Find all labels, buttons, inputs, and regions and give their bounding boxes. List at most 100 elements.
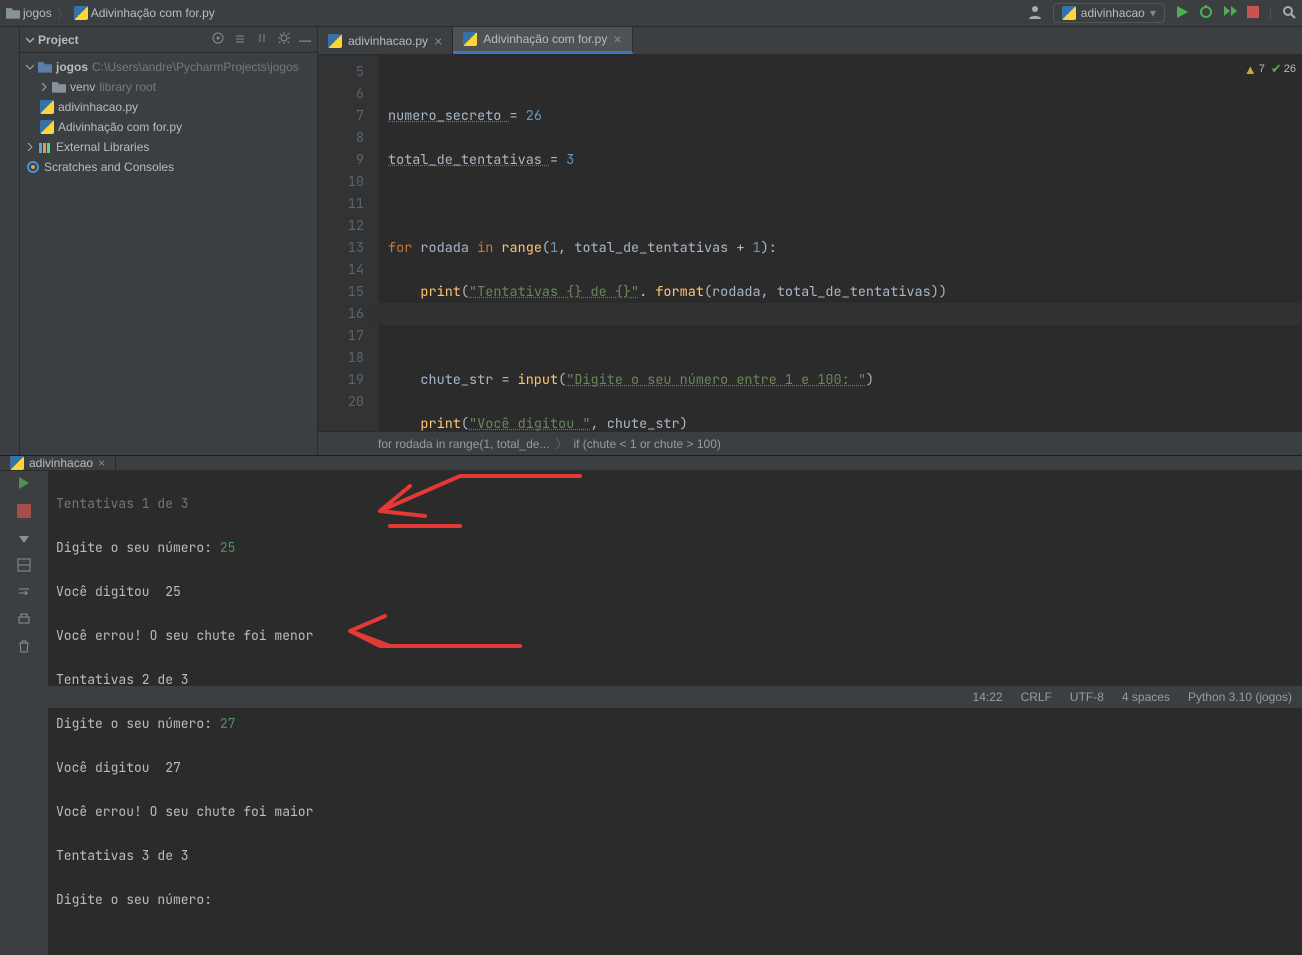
library-icon xyxy=(38,140,52,154)
left-tool-strip[interactable] xyxy=(0,27,20,455)
console-line: Tentativas 3 de 3 xyxy=(56,845,1302,867)
console-line: Digite o seu número: 25 xyxy=(56,537,1302,559)
chevron-right-icon xyxy=(26,143,34,151)
line-number: 7 xyxy=(318,105,364,127)
navbar: jogos 〉 Adivinhação com for.py adivinhac… xyxy=(0,0,1302,27)
line-number: 12 xyxy=(318,215,364,237)
project-pane: Project — jogos C:\Users\andre\PycharmPr… xyxy=(20,27,318,455)
print-button[interactable] xyxy=(17,612,31,629)
code-editor[interactable]: numero_secreto = 26 total_de_tentativas … xyxy=(378,55,1302,431)
close-icon[interactable]: × xyxy=(98,456,105,470)
more-run-button[interactable] xyxy=(1223,5,1237,22)
line-number: 17 xyxy=(318,325,364,347)
project-pane-title[interactable]: Project xyxy=(38,33,79,47)
tree-project-root[interactable]: jogos C:\Users\andre\PycharmProjects\jog… xyxy=(20,57,317,77)
line-number: 20 xyxy=(318,391,364,413)
gear-icon[interactable] xyxy=(277,31,291,48)
editor-area: adivinhacao.py × Adivinhação com for.py … xyxy=(318,27,1302,455)
tree-file-adivinhacao[interactable]: adivinhacao.py xyxy=(20,97,317,117)
stop-button[interactable] xyxy=(17,504,31,521)
console-line: Tentativas 2 de 3 xyxy=(56,669,1302,691)
tree-venv-suffix: library root xyxy=(99,80,156,94)
chevron-down-icon[interactable] xyxy=(26,36,34,44)
editor-body[interactable]: 5 6 7 8 9 10 11 12 13 14 15 16 17 18 19 … xyxy=(318,55,1302,431)
layout-button[interactable] xyxy=(17,558,31,575)
console-line: Digite o seu número: xyxy=(56,889,1302,911)
tree-root-name: jogos xyxy=(56,60,88,74)
rerun-button[interactable] xyxy=(16,475,32,494)
editor-breadcrumb[interactable]: for rodada in range(1, total_de... 〉 if … xyxy=(318,431,1302,455)
chevron-right-icon: 〉 xyxy=(57,5,69,22)
tree-external-libs[interactable]: External Libraries xyxy=(20,137,317,157)
editor-gutter[interactable]: 5 6 7 8 9 10 11 12 13 14 15 16 17 18 19 … xyxy=(318,55,378,431)
search-everywhere-button[interactable] xyxy=(1282,5,1296,22)
user-icon[interactable] xyxy=(1027,4,1043,23)
chevron-down-icon: ▾ xyxy=(1150,6,1156,20)
tree-item-label: External Libraries xyxy=(56,140,149,154)
main-content: Project — jogos C:\Users\andre\PycharmPr… xyxy=(0,27,1302,455)
run-tab-adivinhacao[interactable]: adivinhacao × xyxy=(0,456,116,470)
console-line: Você errou! O seu chute foi menor xyxy=(56,625,1302,647)
project-tree[interactable]: jogos C:\Users\andre\PycharmProjects\jog… xyxy=(20,53,317,181)
python-icon xyxy=(40,120,54,134)
python-icon xyxy=(328,34,342,48)
crumb-1[interactable]: for rodada in range(1, total_de... xyxy=(378,437,549,451)
console-line: Você digitou 27 xyxy=(56,757,1302,779)
tab-adivinhacao[interactable]: adivinhacao.py × xyxy=(318,27,453,54)
tree-venv-label: venv xyxy=(70,80,95,94)
console-output[interactable]: Tentativas 1 de 3 Digite o seu número: 2… xyxy=(48,471,1302,955)
folder-icon xyxy=(6,6,20,20)
trash-button[interactable] xyxy=(17,639,31,656)
close-icon[interactable]: × xyxy=(613,31,621,47)
console-line: Você errou! O seu chute foi maior xyxy=(56,801,1302,823)
editor-tabs: adivinhacao.py × Adivinhação com for.py … xyxy=(318,27,1302,55)
soft-wrap-button[interactable] xyxy=(17,585,31,602)
console-line: Tentativas 1 de 3 xyxy=(56,493,1302,515)
console-line: Você digitou 25 xyxy=(56,581,1302,603)
run-toolbar xyxy=(0,471,48,955)
python-icon xyxy=(74,6,88,20)
divider: | xyxy=(1269,6,1272,20)
python-icon xyxy=(40,100,54,114)
python-icon xyxy=(10,456,24,470)
stop-button[interactable] xyxy=(1247,6,1259,21)
line-number: 16 xyxy=(318,303,364,325)
tree-item-label: Scratches and Consoles xyxy=(44,160,174,174)
tab-label: adivinhacao.py xyxy=(348,34,428,48)
run-tool-window: adivinhacao × Tentativas 1 de 3 Digite o… xyxy=(0,455,1302,685)
run-config-select[interactable]: adivinhacao ▾ xyxy=(1053,3,1165,23)
tree-root-path: C:\Users\andre\PycharmProjects\jogos xyxy=(92,60,299,74)
debug-button[interactable] xyxy=(1199,5,1213,22)
tree-file-adivinhacao-for[interactable]: Adivinhação com for.py xyxy=(20,117,317,137)
down-button[interactable] xyxy=(17,531,31,548)
line-number: 10 xyxy=(318,171,364,193)
collapse-icon[interactable] xyxy=(255,31,269,48)
line-number: 19 xyxy=(318,369,364,391)
scratches-icon xyxy=(26,160,40,174)
tree-scratches[interactable]: Scratches and Consoles xyxy=(20,157,317,177)
tree-item-label: adivinhacao.py xyxy=(58,100,138,114)
tab-adivinhacao-for[interactable]: Adivinhação com for.py × xyxy=(453,27,632,54)
hide-icon[interactable]: — xyxy=(299,33,311,47)
line-number: 9 xyxy=(318,149,364,171)
folder-icon xyxy=(38,60,52,74)
chevron-right-icon: 〉 xyxy=(555,435,567,452)
run-button[interactable] xyxy=(1175,5,1189,22)
close-icon[interactable]: × xyxy=(434,33,442,49)
expand-all-icon[interactable] xyxy=(233,31,247,48)
chevron-down-icon xyxy=(26,63,34,71)
chevron-right-icon xyxy=(40,83,48,91)
breadcrumb[interactable]: jogos 〉 Adivinhação com for.py xyxy=(6,5,215,22)
line-number: 14 xyxy=(318,259,364,281)
line-number: 11 xyxy=(318,193,364,215)
tree-item-label: Adivinhação com for.py xyxy=(58,120,182,134)
line-number: 15 xyxy=(318,281,364,303)
tree-venv[interactable]: venv library root xyxy=(20,77,317,97)
crumb-root: jogos xyxy=(23,6,52,20)
select-opened-icon[interactable] xyxy=(211,31,225,48)
crumb-file: Adivinhação com for.py xyxy=(91,6,215,20)
run-tab-label: adivinhacao xyxy=(29,456,93,470)
line-number: 8 xyxy=(318,127,364,149)
crumb-2[interactable]: if (chute < 1 or chute > 100) xyxy=(573,437,720,451)
python-icon xyxy=(463,32,477,46)
